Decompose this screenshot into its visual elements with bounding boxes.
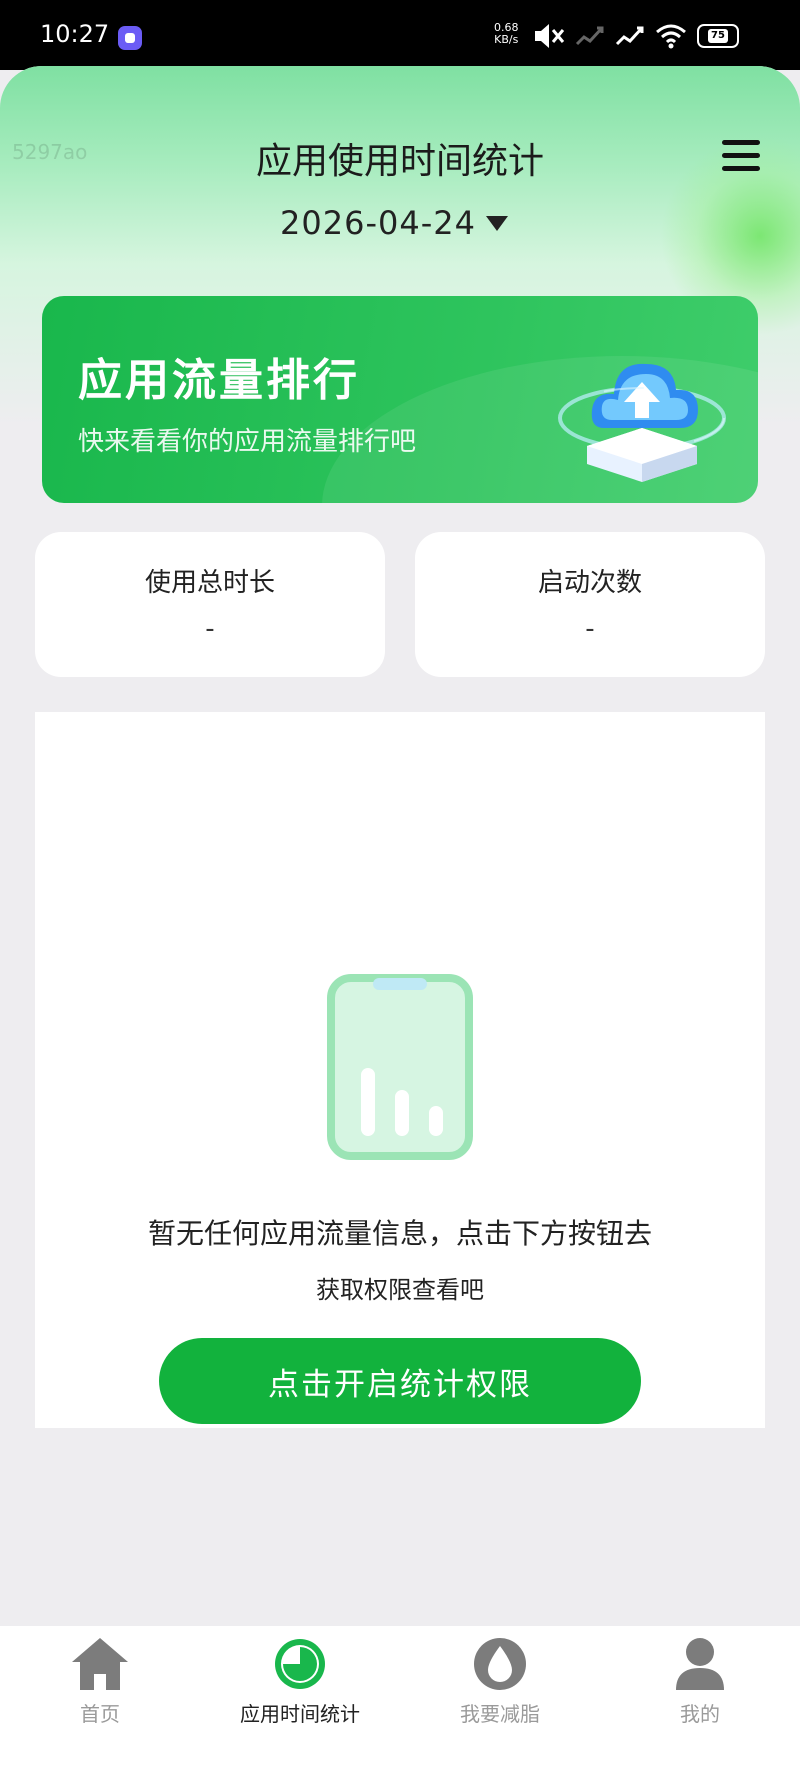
nav-label-home: 首页 <box>80 1702 120 1726</box>
mute-icon <box>535 24 565 48</box>
empty-message-2: 获取权限查看吧 <box>316 1276 484 1304</box>
signal-icon <box>575 26 604 46</box>
status-bar: 10:27 0.68 KB/s 75 <box>0 0 800 70</box>
system-navigation-bar <box>0 1764 800 1778</box>
total-usage-card: 使用总时长 - <box>35 532 385 677</box>
battery-level: 75 <box>708 29 728 43</box>
nav-label-fat-loss: 我要减脂 <box>460 1702 540 1726</box>
traffic-ranking-banner[interactable]: 应用流量排行 快来看看你的应用流量排行吧 <box>42 296 758 503</box>
empty-message: 暂无任何应用流量信息，点击下方按钮去 <box>147 1217 652 1250</box>
nav-item-app-time[interactable]: 应用时间统计 <box>210 1636 390 1746</box>
cloud-upload-icon <box>558 363 726 482</box>
app-notification-icon <box>118 26 142 50</box>
network-speed: 0.68 KB/s <box>494 22 519 46</box>
nav-label-app-time: 应用时间统计 <box>240 1702 360 1726</box>
page-title: 应用使用时间统计 <box>255 141 544 182</box>
network-speed-unit: KB/s <box>494 33 519 46</box>
date-selector[interactable]: 2026-04-24 <box>280 200 508 246</box>
bottom-nav: 首页 应用时间统计 我要减脂 我的 <box>0 1626 800 1778</box>
total-usage-label: 使用总时长 <box>144 568 275 598</box>
caret-down-icon <box>485 215 508 231</box>
status-time: 10:27 <box>40 20 110 48</box>
nav-item-fat-loss[interactable]: 我要减脂 <box>410 1636 590 1746</box>
banner-title: 应用流量排行 <box>78 355 360 406</box>
pie-chart-icon <box>275 1639 325 1689</box>
nav-item-home[interactable]: 首页 <box>10 1636 190 1746</box>
app-screen: 5297ao 应用使用时间统计 2026-04-24 应用流量排行 快来看看你的… <box>0 66 800 1778</box>
empty-state-panel: 暂无任何应用流量信息，点击下方按钮去 获取权限查看吧 点击开启统计权限 <box>35 712 765 1428</box>
launch-count-value: - <box>585 614 595 644</box>
enable-permission-button[interactable]: 点击开启统计权限 <box>159 1338 641 1424</box>
date-text: 2026-04-24 <box>280 204 476 242</box>
home-icon <box>72 1638 128 1690</box>
launch-count-card: 启动次数 - <box>415 532 765 677</box>
water-drop-icon <box>474 1638 526 1690</box>
nav-label-me: 我的 <box>680 1702 720 1726</box>
battery-icon: 75 <box>697 24 739 48</box>
nav-item-me[interactable]: 我的 <box>610 1636 790 1746</box>
user-icon <box>676 1638 724 1690</box>
wifi-icon <box>656 24 686 49</box>
status-icons: 75 <box>533 18 739 54</box>
signal-icon <box>615 26 644 46</box>
menu-icon[interactable] <box>722 140 760 174</box>
banner-subtitle: 快来看看你的应用流量排行吧 <box>78 427 417 457</box>
total-usage-value: - <box>205 614 215 644</box>
phone-chart-icon <box>327 974 473 1160</box>
launch-count-label: 启动次数 <box>537 568 642 598</box>
